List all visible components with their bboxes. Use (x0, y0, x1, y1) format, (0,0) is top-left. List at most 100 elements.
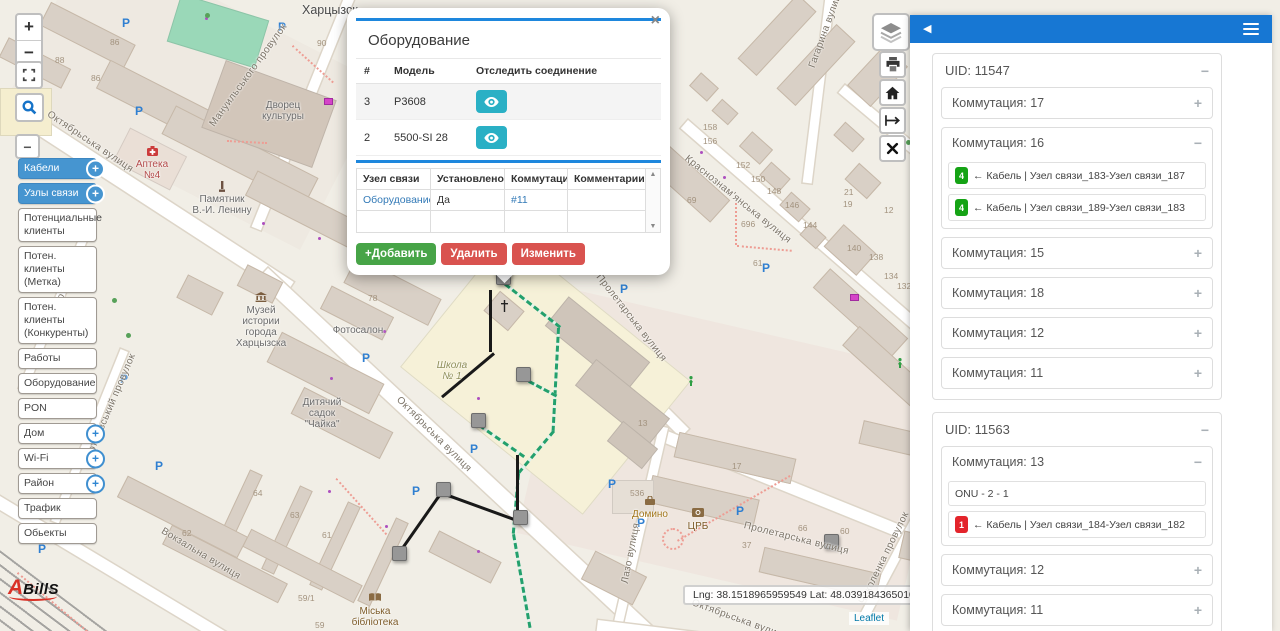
uid-card-header[interactable]: UID: 11547− (933, 54, 1221, 87)
node-link[interactable]: Оборудование (363, 194, 431, 206)
commutation-label: Коммутация: 18 (952, 286, 1044, 300)
node-marker[interactable] (516, 367, 531, 382)
empty-row (357, 211, 646, 233)
measure-button[interactable] (879, 107, 906, 134)
trace-connection-button[interactable] (476, 126, 507, 149)
menu-icon[interactable] (1243, 23, 1259, 35)
layers-panel: Кабели+ Узлы связи+ Потенциальные клиенты П… (18, 158, 97, 548)
popup-close-button[interactable]: × (651, 13, 660, 29)
bank-icon (648, 508, 748, 521)
commutation-item-header[interactable]: Коммутация: 18 + (942, 278, 1212, 308)
layer-toggle-button[interactable]: Узлы связи+ (18, 183, 97, 204)
house-number: 13 (638, 418, 647, 428)
commutation-item: Коммутация: 13 − ONU - 2 - 1 1← Кабель | Уз… (941, 446, 1213, 546)
collapse-icon[interactable]: − (1194, 455, 1202, 469)
delete-button[interactable]: Удалить (441, 243, 506, 265)
expand-icon[interactable]: + (1194, 96, 1202, 110)
home-button[interactable] (879, 79, 906, 106)
uid-card-header[interactable]: UID: 11563− (933, 413, 1221, 446)
commutation-link[interactable]: #11 (511, 194, 528, 206)
expand-icon[interactable]: + (1194, 563, 1202, 577)
house-number: 59 (315, 620, 324, 630)
sidebar-collapse-arrow-icon[interactable]: ◀ (923, 24, 931, 35)
cable-link-item[interactable]: 4← Кабель | Узел связи_189-Узел связи_18… (948, 194, 1206, 221)
collapse-layers-button[interactable]: − (15, 134, 40, 159)
fullscreen-button[interactable] (15, 61, 43, 89)
expand-icon[interactable]: + (1194, 286, 1202, 300)
cable-link-item[interactable]: 4← Кабель | Узел связи_183-Узел связи_18… (948, 162, 1206, 189)
equipment-popup: × Оборудование #МодельОтследить соединен… (347, 8, 670, 275)
node-marker[interactable] (436, 482, 451, 497)
commutation-item-header[interactable]: Коммутация: 12+ (942, 555, 1212, 585)
layer-toggle-button[interactable]: Wi-Fi+ (18, 448, 97, 469)
add-layer-icon[interactable]: + (86, 424, 105, 443)
zoom-in-button[interactable]: + (17, 15, 41, 41)
house-number: 146 (785, 200, 799, 210)
commutation-item: Коммутация: 18 + (941, 277, 1213, 309)
leaflet-link[interactable]: Leaflet (854, 613, 884, 624)
cable-link-item[interactable]: ONU - 2 - 1 (948, 481, 1206, 506)
house-number: 69 (687, 195, 696, 205)
collapse-icon[interactable]: − (1201, 64, 1209, 78)
commutation-item-header[interactable]: Коммутация: 16− (942, 128, 1212, 158)
table-scrollbar[interactable]: ▲ ▼ (646, 168, 661, 233)
abills-logo: ABillS (8, 577, 59, 598)
layer-toggle-button[interactable]: Оборудование (18, 373, 97, 394)
expand-icon[interactable]: + (1194, 603, 1202, 617)
layer-toggle-button[interactable]: Кабели+ (18, 158, 97, 179)
parking-icon: P (470, 442, 478, 456)
add-layer-icon[interactable]: + (86, 184, 105, 203)
layer-toggle-button[interactable]: Потен. клиенты (Конкуренты) (18, 297, 97, 344)
map-canvas[interactable]: PPPPPPPPPPPPPPОктябрьська вулицяМануильс… (0, 0, 1280, 631)
scroll-down-icon[interactable]: ▼ (650, 223, 657, 230)
node-table: Узел связиУстановленоКоммутацииКомментар… (356, 168, 646, 233)
commutation-item-header[interactable]: Коммутация: 15 + (942, 238, 1212, 268)
cable-link-item[interactable]: 1← Кабель | Узел связи_184-Узел связи_18… (948, 511, 1206, 538)
commutation-item-header[interactable]: Коммутация: 11 + (942, 358, 1212, 388)
commutation-item-header[interactable]: Коммутация: 13 − (942, 447, 1212, 477)
shop-icon (850, 294, 859, 301)
scroll-up-icon[interactable]: ▲ (650, 171, 657, 178)
collapse-icon[interactable]: − (1194, 136, 1202, 150)
layer-toggle-button[interactable]: Потенциальные клиенты (18, 208, 97, 242)
basemap-layers-button[interactable] (872, 13, 910, 51)
commutation-label: Коммутация: 15 (952, 246, 1044, 260)
fullscreen-icon (22, 68, 36, 82)
house-number: 19 (843, 199, 852, 209)
poi-label-line: Харцызска (211, 338, 311, 349)
layer-toggle-button[interactable]: Работы (18, 348, 97, 369)
add-layer-icon[interactable]: + (86, 449, 105, 468)
add-layer-icon[interactable]: + (86, 159, 105, 178)
commutation-label: Коммутация: 11 (952, 366, 1043, 380)
layer-toggle-button[interactable]: Дом+ (18, 423, 97, 444)
search-button[interactable] (15, 93, 44, 122)
house-number: 86 (91, 73, 100, 83)
map-building (833, 122, 864, 153)
node-marker[interactable] (471, 413, 486, 428)
commutation-item-header[interactable]: Коммутация: 11+ (942, 595, 1212, 625)
commutation-item: Коммутация: 12+ (941, 554, 1213, 586)
commutation-label: Коммутация: 13 (952, 455, 1044, 469)
layer-toggle-button[interactable]: Обьекты (18, 523, 97, 544)
layer-toggle-button[interactable]: Район+ (18, 473, 97, 494)
expand-icon[interactable]: + (1194, 366, 1202, 380)
map-building (689, 72, 719, 101)
expand-icon[interactable]: + (1194, 246, 1202, 260)
layer-toggle-button[interactable]: Трафик (18, 498, 97, 519)
add-layer-icon[interactable]: + (86, 474, 105, 493)
layer-toggle-button[interactable]: Потен. клиенты (Метка) (18, 246, 97, 293)
node-marker[interactable] (392, 546, 407, 561)
node-marker[interactable] (513, 510, 528, 525)
clear-button[interactable] (879, 135, 906, 162)
trace-connection-button[interactable] (476, 90, 507, 113)
expand-icon[interactable]: + (1194, 326, 1202, 340)
edit-button[interactable]: Изменить (512, 243, 585, 265)
cable-link-text: ONU - 2 - 1 (955, 488, 1009, 500)
commutation-item-header[interactable]: Коммутация: 17+ (942, 88, 1212, 118)
collapse-icon[interactable]: − (1201, 423, 1209, 437)
layer-toggle-button[interactable]: PON (18, 398, 97, 419)
print-button[interactable] (879, 51, 906, 78)
commutation-item-header[interactable]: Коммутация: 12+ (942, 318, 1212, 348)
add-button[interactable]: +Добавить (356, 243, 436, 265)
equipment-row: 3P3608 (356, 84, 661, 120)
